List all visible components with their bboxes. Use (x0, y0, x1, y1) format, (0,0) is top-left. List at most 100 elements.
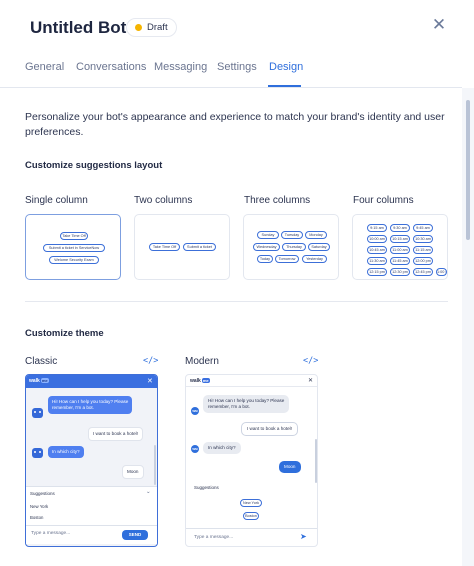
suggestion-item[interactable]: New York (30, 504, 48, 509)
page-title: Untitled Bot (30, 18, 127, 37)
chat-message-bot: In which city? (48, 446, 84, 458)
bot-avatar-icon: WM (191, 445, 199, 453)
message-input[interactable]: Type a message... (194, 535, 233, 540)
layout-card-single[interactable]: Take Time Off Submit a ticket in Service… (25, 214, 121, 280)
logo-text: walk (190, 378, 201, 384)
suggestion-chip: Take Time Off (60, 232, 88, 240)
suggestion-chip: 11:00 am (390, 246, 410, 254)
close-icon[interactable]: ✕ (147, 377, 153, 385)
suggestion-chip: Take Time Off (149, 243, 180, 251)
layout-label-single[interactable]: Single column (25, 195, 88, 206)
layout-card-four[interactable]: 9:15 am 9:30 am 9:45 am 10:00 am 10:15 a… (352, 214, 448, 280)
theme-label-classic[interactable]: Classic (25, 356, 57, 367)
chat-message-user: I want to book a hotel! (88, 427, 143, 441)
chat-scrollbar[interactable] (154, 445, 156, 485)
suggestion-chip: 11:15 am (413, 246, 433, 254)
tab-design[interactable]: Design (269, 61, 303, 73)
suggestion-chip: Wednesday (253, 243, 280, 251)
chat-header: walk me ✕ (186, 375, 317, 387)
suggestion-chip: Thursday (282, 243, 306, 251)
tab-bar: General Conversations Messaging Settings… (0, 56, 462, 88)
code-icon[interactable]: </> (143, 356, 158, 366)
suggestions-panel: Suggestions ⌄ New York Boston Type a mes… (26, 486, 157, 544)
layout-card-two[interactable]: Take Time Off Submit a ticket (134, 214, 230, 280)
layout-label-four[interactable]: Four columns (353, 195, 414, 206)
suggestion-chip: 9:45 am (413, 224, 433, 232)
walkme-logo: walk me (29, 378, 49, 384)
bot-avatar-icon: WM (191, 407, 199, 415)
status-badge: Draft (126, 18, 177, 37)
message-input-row: Type a message... SEND (26, 525, 157, 545)
suggestions-header: Suggestions (30, 491, 55, 496)
bot-avatar-icon (32, 448, 43, 458)
suggestion-chip: Sunday (257, 231, 279, 239)
active-tab-indicator (268, 85, 301, 87)
theme-label-modern[interactable]: Modern (185, 356, 219, 367)
chat-message-user: Moon (279, 461, 301, 473)
send-button[interactable]: SEND (122, 530, 148, 540)
suggestion-chip: Monday (305, 231, 327, 239)
suggestion-chip: Submit a ticket (183, 243, 216, 251)
suggestion-chip: 12:45 pm (413, 268, 433, 276)
chat-message-bot: Hi! How can I help you today? Please rem… (203, 395, 290, 413)
suggestion-chip: Yesterday (302, 255, 327, 263)
design-description: Personalize your bot's appearance and ex… (25, 111, 445, 138)
suggestion-chip: 11:30 am (367, 257, 387, 265)
section-divider (25, 301, 448, 302)
suggestion-chip: 10:15 am (390, 235, 410, 243)
suggestion-chip[interactable]: New York (240, 499, 262, 507)
logo-badge: me (201, 378, 210, 383)
suggestion-chip: 12:30 pm (390, 268, 410, 276)
suggestion-chip: 9:30 am (390, 224, 410, 232)
modern-theme-preview[interactable]: walk me ✕ WM Hi! How can I help you today… (185, 374, 318, 547)
chevron-down-icon[interactable]: ⌄ (146, 489, 151, 495)
suggestion-chip: 12:15 pm (367, 268, 387, 276)
suggestion-chip: 10:30 am (413, 235, 433, 243)
send-icon[interactable]: ➤ (300, 532, 307, 541)
suggestion-chip: Tomorrow (275, 255, 299, 263)
tab-messaging[interactable]: Messaging (154, 61, 207, 73)
tab-settings[interactable]: Settings (217, 61, 257, 73)
suggestion-chip: 9:15 am (367, 224, 387, 232)
suggestion-item[interactable]: Boston (30, 515, 43, 520)
suggestion-chip: 10:00 am (367, 235, 387, 243)
chat-message-bot: Hi! How can I help you today? Please rem… (48, 396, 133, 414)
classic-theme-preview[interactable]: walk me ✕ Hi! How can I help you today? P… (25, 374, 158, 547)
suggestion-chip: 12:00 pm (413, 257, 433, 265)
tab-general[interactable]: General (25, 61, 64, 73)
walkme-logo: walk me (190, 378, 210, 384)
scrollbar-thumb[interactable] (466, 100, 470, 240)
tab-conversations[interactable]: Conversations (76, 61, 146, 73)
bot-avatar-icon (32, 408, 43, 418)
code-icon[interactable]: </> (303, 356, 318, 366)
layout-label-three[interactable]: Three columns (244, 195, 310, 206)
logo-text: walk (29, 378, 40, 384)
status-dot-icon (135, 24, 142, 31)
suggestion-chip: 10:45 am (367, 246, 387, 254)
layout-label-two[interactable]: Two columns (134, 195, 192, 206)
chat-scrollbar[interactable] (315, 439, 317, 483)
status-label: Draft (147, 22, 168, 33)
close-icon[interactable]: ✕ (308, 377, 313, 384)
suggestion-chip: Welome Security Exam (49, 256, 99, 264)
suggestion-chip: 1:00 pm (436, 268, 447, 276)
suggestion-chip: Today (257, 255, 273, 263)
page-scrollbar[interactable] (462, 88, 474, 566)
suggestion-chip: Tuesday (281, 231, 303, 239)
logo-badge: me (40, 378, 49, 383)
chat-message-user: I want to book a hotel! (241, 422, 298, 436)
dialog-header: Untitled Bot Draft ✕ (0, 0, 474, 56)
layout-card-three[interactable]: Sunday Tuesday Monday Wednesday Thursday… (243, 214, 339, 280)
suggestion-chip[interactable]: Boston (243, 512, 259, 520)
chat-message-user: Moon (122, 465, 144, 479)
suggestions-header: Suggestions (194, 485, 219, 490)
chat-message-bot: In which city? (203, 442, 241, 454)
chat-header: walk me ✕ (26, 375, 157, 388)
message-input-row: Type a message... ➤ (186, 528, 317, 546)
close-icon[interactable]: ✕ (430, 16, 448, 34)
suggestions-layout-title: Customize suggestions layout (25, 160, 163, 171)
suggestion-chip: Saturday (308, 243, 330, 251)
theme-title: Customize theme (25, 328, 104, 339)
message-input[interactable]: Type a message... (31, 531, 70, 536)
suggestion-chip: 11:45 am (390, 257, 410, 265)
